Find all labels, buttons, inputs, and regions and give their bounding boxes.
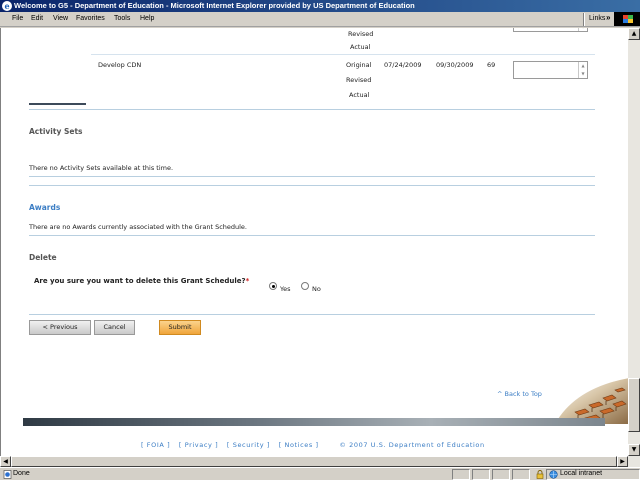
back-to-top-link[interactable]: ^ Back to Top	[497, 390, 542, 398]
chevron-right-icon[interactable]: »	[606, 13, 610, 22]
duration-days: 69	[487, 61, 496, 69]
foia-link[interactable]: [ FOIA ]	[141, 441, 170, 449]
actual-label-2: Actual	[349, 91, 370, 99]
delete-question: Are you sure you want to delete this Gra…	[34, 277, 249, 285]
status-pane	[472, 469, 490, 480]
horizontal-scroll-thumb[interactable]	[11, 456, 617, 467]
spin-control[interactable]: ▲▼	[578, 62, 587, 78]
privacy-link[interactable]: [ Privacy ]	[179, 441, 218, 449]
revised-label: Revised	[348, 30, 374, 38]
section-divider	[29, 176, 595, 177]
activity-sets-title: Activity Sets	[29, 127, 83, 136]
scroll-left-button[interactable]: ◀	[0, 456, 11, 467]
page-icon	[3, 470, 12, 479]
menu-favorites[interactable]: Favorites	[76, 15, 105, 22]
scroll-down-button[interactable]: ▼	[628, 444, 640, 456]
page-viewport: Revised Actual ▲▼ Develop CDN Original R…	[0, 28, 628, 456]
lock-icon	[536, 470, 544, 479]
delete-title: Delete	[29, 253, 57, 262]
menu-edit[interactable]: Edit	[31, 15, 43, 22]
title-bar: e Welcome to G5 - Department of Educatio…	[0, 0, 640, 12]
actual-label: Actual	[350, 43, 371, 51]
copyright-text: © 2007 U.S. Department of Education	[339, 441, 485, 449]
section-divider	[29, 109, 595, 110]
security-zone-text: Local intranet	[560, 470, 603, 477]
toolbar-separator	[583, 13, 585, 26]
section-divider	[29, 185, 595, 186]
windows-logo-icon	[614, 12, 640, 26]
status-pane	[492, 469, 510, 480]
menu-view[interactable]: View	[53, 15, 68, 22]
original-label: Original	[346, 61, 372, 69]
notices-link[interactable]: [ Notices ]	[279, 441, 319, 449]
awards-title: Awards	[29, 203, 61, 212]
browser-window: e Welcome to G5 - Department of Educatio…	[0, 0, 640, 480]
awards-message: There are no Awards currently associated…	[29, 223, 247, 231]
schedule-table: Revised Actual ▲▼ Develop CDN Original R…	[1, 28, 628, 110]
menu-help[interactable]: Help	[140, 15, 154, 22]
status-text: Done	[13, 470, 30, 477]
start-date: 07/24/2009	[384, 61, 422, 69]
status-pane	[512, 469, 530, 480]
activity-name: Develop CDN	[98, 61, 142, 69]
row-divider	[91, 54, 595, 55]
section-divider	[29, 235, 595, 236]
spin-control[interactable]: ▲▼	[578, 28, 587, 31]
window-title: Welcome to G5 - Department of Education …	[14, 1, 415, 10]
submit-button[interactable]: Submit	[159, 320, 201, 335]
activity-sets-message: There no Activity Sets available at this…	[29, 164, 174, 172]
date-input-previous[interactable]: ▲▼	[513, 28, 588, 32]
vertical-scroll-thumb[interactable]	[628, 378, 640, 432]
required-asterisk: *	[245, 277, 250, 285]
vertical-scrollbar[interactable]: ▲ ▼	[628, 28, 640, 456]
end-date: 09/30/2009	[436, 61, 474, 69]
footer-band	[23, 418, 605, 426]
local-intranet-icon	[549, 470, 558, 479]
menu-file[interactable]: File	[12, 15, 23, 22]
footer-links: [ FOIA ] [ Privacy ] [ Security ] [ Noti…	[141, 441, 491, 449]
horizontal-scrollbar[interactable]: ◀ ▶	[0, 456, 640, 467]
links-toolbar[interactable]: Links	[589, 15, 605, 22]
status-pane	[452, 469, 470, 480]
delete-question-text: Are you sure you want to delete this Gra…	[34, 277, 246, 285]
tab-underline	[29, 103, 86, 105]
no-radio[interactable]	[301, 282, 309, 290]
yes-label: Yes	[280, 285, 291, 293]
yes-radio[interactable]	[269, 282, 277, 290]
cancel-button[interactable]: Cancel	[94, 320, 135, 335]
section-divider	[29, 314, 595, 315]
security-link[interactable]: [ Security ]	[227, 441, 270, 449]
previous-button[interactable]: < Previous	[29, 320, 91, 335]
revised-label-2: Revised	[346, 76, 372, 84]
menu-tools[interactable]: Tools	[114, 15, 130, 22]
menu-bar: File Edit View Favorites Tools Help Link…	[0, 12, 640, 27]
ie-logo-icon: e	[2, 1, 12, 11]
scroll-right-button[interactable]: ▶	[617, 456, 628, 467]
no-label: No	[312, 285, 321, 293]
date-input[interactable]: ▲ ▼	[513, 61, 588, 79]
status-bar: Done Local intranet	[0, 467, 640, 480]
scroll-up-button[interactable]: ▲	[628, 28, 640, 40]
